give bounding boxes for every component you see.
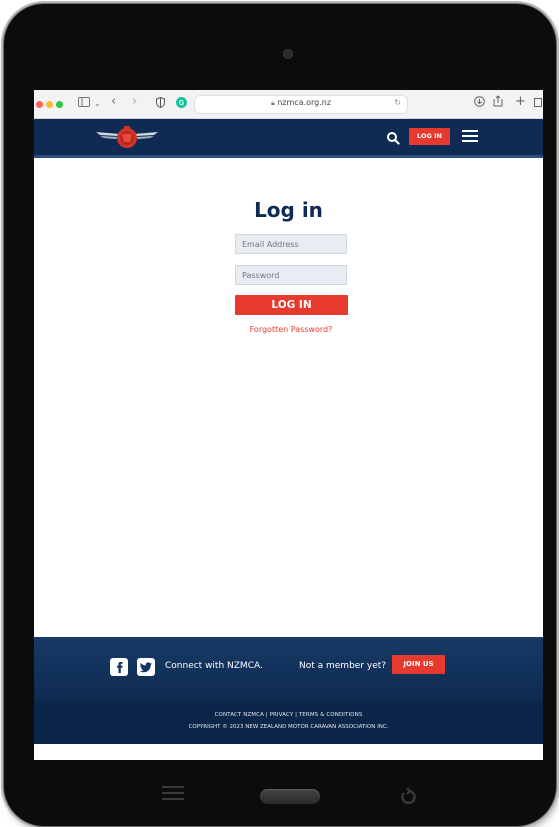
forward-icon[interactable]: ›: [132, 94, 137, 110]
site-header: LOG IN: [34, 119, 543, 158]
twitter-icon[interactable]: [137, 658, 155, 676]
minimize-window-button[interactable]: [46, 101, 53, 108]
download-icon[interactable]: [474, 96, 485, 112]
search-icon[interactable]: [386, 130, 400, 145]
footer-social-bar: Connect with NZMCA. Not a member yet? JO…: [34, 637, 543, 702]
forgot-password-link[interactable]: Forgotten Password?: [34, 325, 543, 334]
sidebar-icon[interactable]: [78, 96, 90, 112]
new-tab-icon[interactable]: +: [515, 94, 526, 110]
back-icon[interactable]: ‹: [111, 94, 116, 110]
front-camera: [284, 50, 292, 58]
connect-text: Connect with NZMCA.: [165, 661, 263, 671]
shield-icon[interactable]: [156, 96, 165, 113]
grammarly-icon[interactable]: G: [176, 97, 187, 113]
join-us-button[interactable]: JOIN US: [392, 655, 445, 674]
footer-links[interactable]: CONTACT NZMCA | PRIVACY | TERMS & CONDIT…: [34, 712, 543, 718]
login-button[interactable]: LOG IN: [235, 295, 348, 315]
password-field[interactable]: Password: [235, 265, 347, 285]
close-window-button[interactable]: [36, 101, 43, 108]
page-title: Log in: [254, 198, 323, 222]
back-rotate-icon[interactable]: [398, 787, 418, 807]
lock-icon: 🔒︎: [270, 99, 275, 107]
facebook-icon[interactable]: [110, 658, 128, 676]
zoom-window-button[interactable]: [56, 101, 63, 108]
tab-overview-icon[interactable]: [534, 96, 543, 112]
menu-icon[interactable]: [462, 130, 478, 143]
svg-text:G: G: [179, 100, 185, 107]
bottom-strip: [34, 744, 543, 760]
copyright-text: COPYRIGHT © 2023 NEW ZEALAND MOTOR CARAV…: [188, 724, 389, 730]
address-bar[interactable]: 🔒︎ nzmca.org.nz ↻: [194, 95, 408, 114]
browser-screen: ⌄ ‹ › G 🔒︎ nzmca.org.nz ↻ + LOG IN Log i…: [34, 90, 543, 760]
footer-bottom: CONTACT NZMCA | PRIVACY | TERMS & CONDIT…: [34, 702, 543, 744]
not-member-text: Not a member yet?: [299, 661, 387, 671]
header-login-button[interactable]: LOG IN: [409, 128, 450, 145]
browser-toolbar: ⌄ ‹ › G 🔒︎ nzmca.org.nz ↻ +: [34, 90, 543, 119]
share-icon[interactable]: [493, 95, 503, 112]
email-field[interactable]: Email Address: [235, 234, 347, 254]
recent-apps-icon[interactable]: [162, 786, 184, 806]
reload-icon[interactable]: ↻: [394, 98, 401, 107]
chevron-down-icon[interactable]: ⌄: [94, 96, 101, 112]
nzmca-logo[interactable]: [94, 123, 160, 151]
tablet-frame: ⌄ ‹ › G 🔒︎ nzmca.org.nz ↻ + LOG IN Log i…: [4, 4, 556, 826]
url-text: 🔒︎ nzmca.org.nz: [270, 98, 332, 107]
home-button[interactable]: [260, 789, 320, 804]
